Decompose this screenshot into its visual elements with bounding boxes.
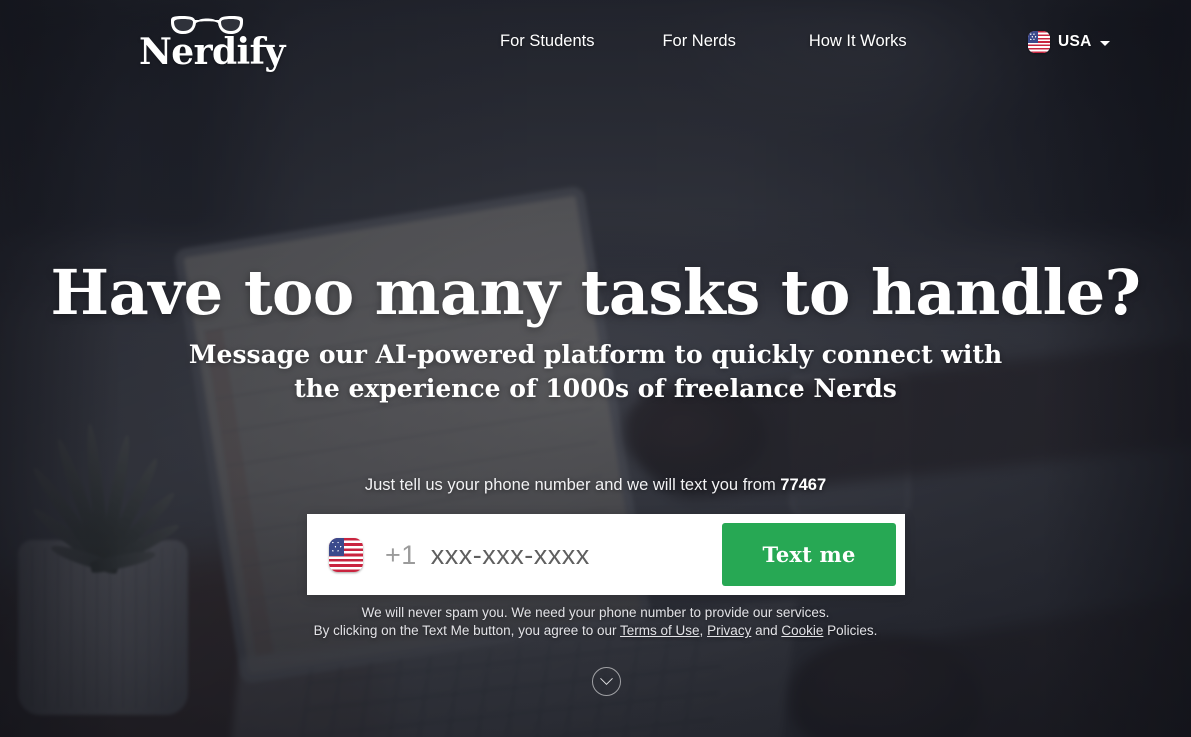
hero-subtitle-line-2: the experience of 1000s of freelance Ner… bbox=[294, 374, 897, 403]
nav-item-how-it-works[interactable]: How It Works bbox=[809, 32, 907, 51]
site-header: Nerdify For Students For Nerds How It Wo… bbox=[0, 0, 1191, 88]
hero-subtitle: Message our AI-powered platform to quick… bbox=[0, 338, 1191, 406]
country-code: +1 bbox=[385, 540, 417, 570]
disclaimer: We will never spam you. We need your pho… bbox=[0, 604, 1191, 640]
phone-placeholder: xxx-xxx-xxxx bbox=[430, 540, 590, 570]
scroll-down-button[interactable] bbox=[592, 667, 621, 696]
nav-item-for-nerds[interactable]: For Nerds bbox=[662, 32, 735, 51]
page-title: Have too many tasks to handle? bbox=[50, 256, 1141, 329]
disclaimer-line-2-prefix: By clicking on the Text Me button, you a… bbox=[313, 623, 621, 638]
logo-text: Nerdify bbox=[139, 31, 285, 73]
disclaimer-line-2-suffix: Policies. bbox=[823, 623, 878, 638]
usa-flag-icon bbox=[329, 537, 363, 572]
privacy-link[interactable]: Privacy bbox=[707, 623, 751, 638]
disclaimer-separator: , bbox=[699, 623, 708, 638]
chevron-down-icon bbox=[1099, 40, 1110, 46]
hero-section: Nerdify For Students For Nerds How It Wo… bbox=[0, 0, 1191, 737]
nav-item-for-students[interactable]: For Students bbox=[500, 32, 594, 51]
disclaimer-line-1: We will never spam you. We need your pho… bbox=[361, 605, 830, 620]
usa-flag-icon bbox=[1028, 31, 1050, 53]
logo[interactable]: Nerdify bbox=[139, 14, 285, 73]
chevron-down-icon bbox=[600, 672, 613, 686]
text-me-button[interactable]: Text me bbox=[722, 523, 896, 586]
phone-prompt-text: Just tell us your phone number and we wi… bbox=[364, 476, 781, 494]
country-selector[interactable] bbox=[307, 537, 385, 572]
language-selector[interactable]: USA bbox=[1028, 31, 1110, 53]
disclaimer-separator: and bbox=[751, 623, 782, 638]
terms-of-use-link[interactable]: Terms of Use bbox=[620, 623, 700, 638]
language-label: USA bbox=[1058, 33, 1092, 50]
hero-subtitle-line-1: Message our AI-powered platform to quick… bbox=[188, 340, 1003, 369]
main-navigation: For Students For Nerds How It Works bbox=[500, 32, 907, 51]
cookie-link[interactable]: Cookie bbox=[781, 623, 823, 638]
phone-form: +1 xxx-xxx-xxxx Text me bbox=[307, 514, 905, 595]
phone-input[interactable]: +1 xxx-xxx-xxxx bbox=[385, 514, 722, 595]
hero-content: Nerdify For Students For Nerds How It Wo… bbox=[0, 0, 1191, 737]
phone-prompt: Just tell us your phone number and we wi… bbox=[0, 476, 1191, 495]
shortcode: 77467 bbox=[780, 476, 827, 494]
disclaimer-line-2: By clicking on the Text Me button, you a… bbox=[0, 622, 1191, 640]
